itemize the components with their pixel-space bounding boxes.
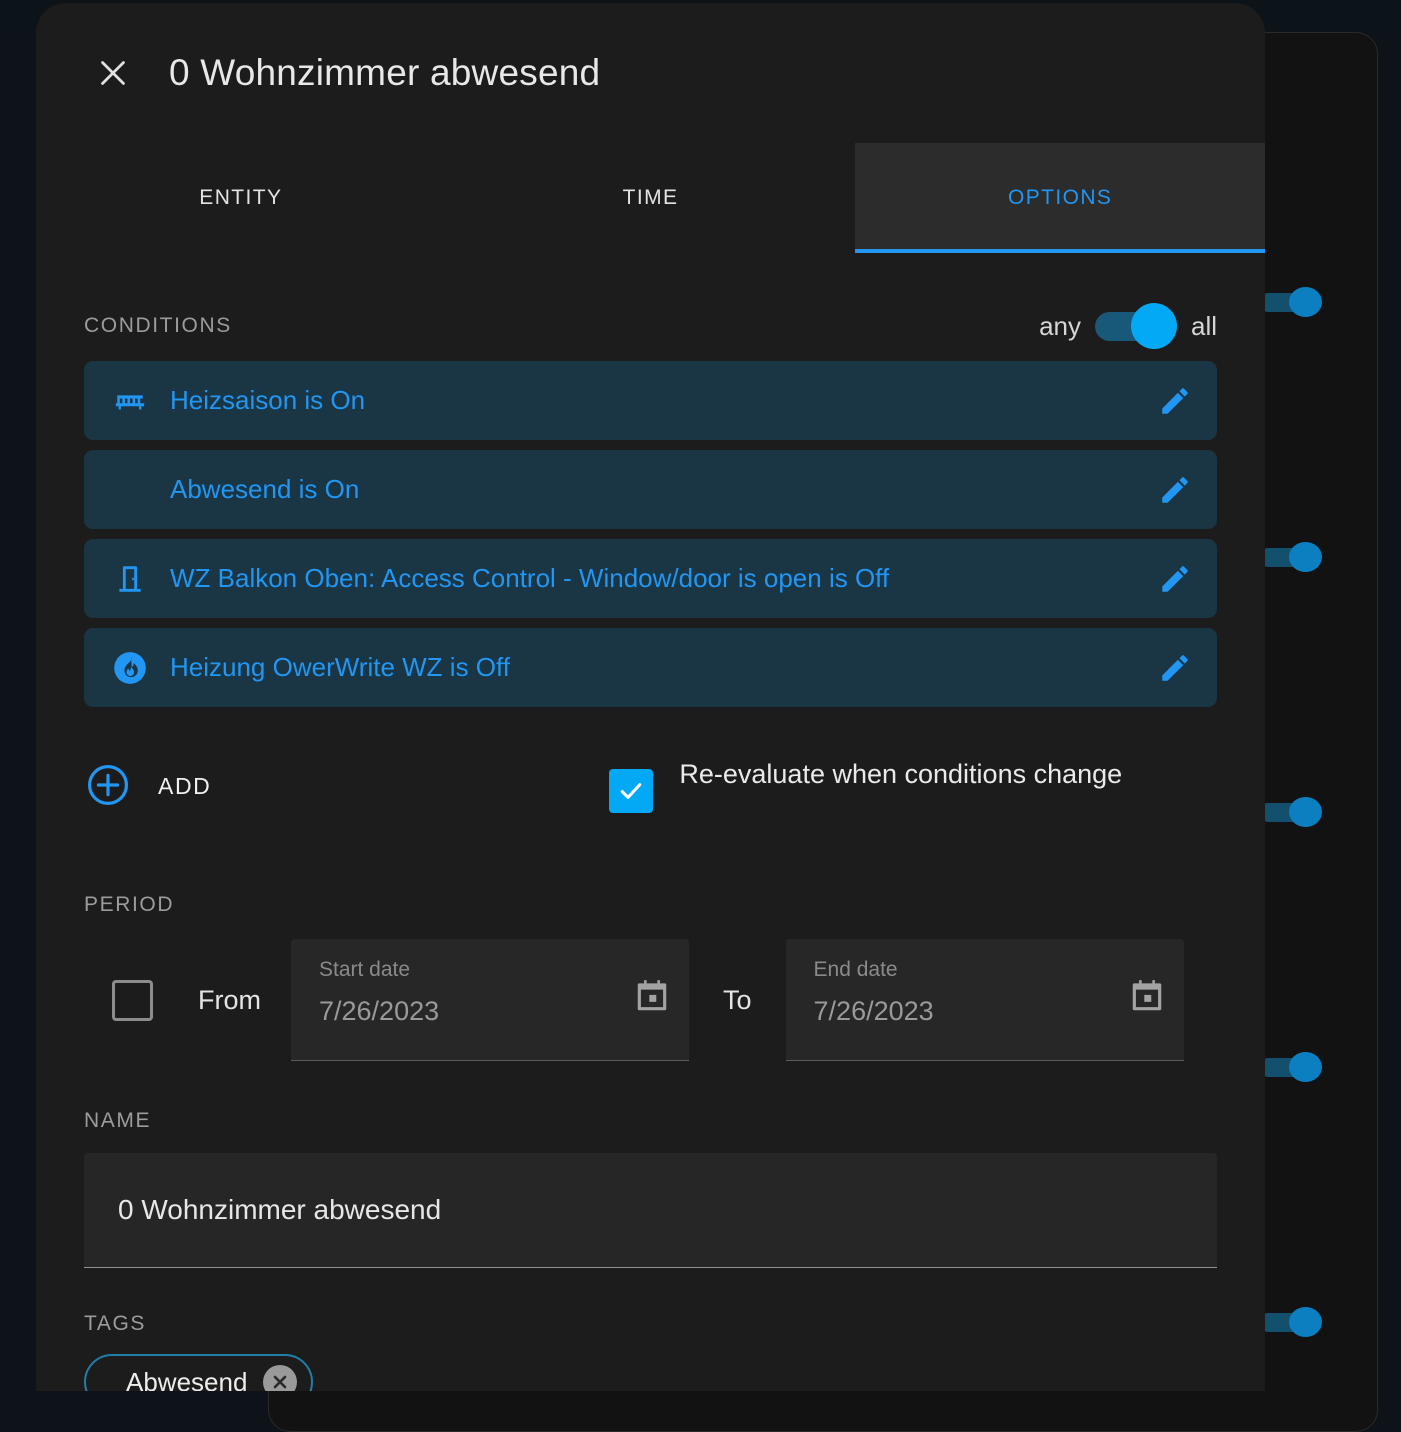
background-toggle-thumb — [1289, 1052, 1322, 1082]
condition-row[interactable]: WZ Balkon Oben: Access Control - Window/… — [84, 539, 1217, 618]
no-icon-placeholder — [102, 467, 158, 513]
condition-row[interactable]: Abwesend is On — [84, 450, 1217, 529]
add-and-reevaluate-row: ADD Re-evaluate when conditions change — [84, 739, 1217, 849]
pencil-icon[interactable] — [1151, 377, 1199, 425]
name-section-label: NAME — [84, 1109, 1217, 1133]
dialog-body: CONDITIONS any all Heizsaison is On — [36, 299, 1265, 1391]
tag-chip[interactable]: Abwesend — [84, 1354, 313, 1391]
background-toggle-thumb — [1289, 797, 1322, 827]
reevaluate-checkbox-row[interactable]: Re-evaluate when conditions change — [609, 753, 1122, 813]
reevaluate-checkbox[interactable] — [609, 769, 653, 813]
tab-options[interactable]: OPTIONS — [855, 143, 1265, 253]
background-toggle-thumb — [1289, 1307, 1322, 1337]
conditions-list: Heizsaison is On Abwesend is On — [84, 361, 1217, 707]
pencil-icon[interactable] — [1151, 555, 1199, 603]
condition-mode-switch: any all — [1039, 303, 1217, 349]
background-toggle[interactable] — [1259, 1052, 1345, 1082]
fire-circle-icon — [102, 645, 158, 691]
condition-label: Heizsaison is On — [170, 385, 1151, 416]
dialog-title: 0 Wohnzimmer abwesend — [169, 52, 600, 94]
end-date-field[interactable]: End date 7/26/2023 — [786, 939, 1184, 1061]
radiator-icon — [102, 378, 158, 424]
end-date-placeholder: End date — [814, 958, 1162, 982]
condition-label: Abwesend is On — [170, 474, 1151, 505]
conditions-section-label: CONDITIONS — [84, 314, 232, 338]
background-toggle-thumb — [1289, 287, 1322, 317]
period-enable-checkbox[interactable] — [112, 980, 153, 1021]
pencil-icon[interactable] — [1151, 644, 1199, 692]
reevaluate-label: Re-evaluate when conditions change — [679, 753, 1122, 795]
add-condition-button[interactable]: ADD — [84, 761, 211, 812]
name-input-value: 0 Wohnzimmer abwesend — [118, 1194, 441, 1226]
start-date-placeholder: Start date — [319, 958, 667, 982]
background-toggle-thumb — [1289, 542, 1322, 572]
condition-row[interactable]: Heizung OwerWrite WZ is Off — [84, 628, 1217, 707]
period-from-label: From — [198, 985, 261, 1016]
conditions-header: CONDITIONS any all — [84, 299, 1217, 353]
calendar-icon[interactable] — [1128, 977, 1166, 1015]
add-condition-label: ADD — [158, 773, 211, 800]
name-input[interactable]: 0 Wohnzimmer abwesend — [84, 1153, 1217, 1268]
condition-row[interactable]: Heizsaison is On — [84, 361, 1217, 440]
condition-mode-all-label: all — [1191, 311, 1217, 342]
background-toggle[interactable] — [1259, 797, 1345, 827]
tab-time[interactable]: TIME — [446, 143, 856, 253]
tab-entity[interactable]: ENTITY — [36, 143, 446, 253]
start-date-field[interactable]: Start date 7/26/2023 — [291, 939, 689, 1061]
period-row: From Start date 7/26/2023 To End date 7/… — [84, 939, 1217, 1061]
tag-chip-label: Abwesend — [126, 1367, 247, 1392]
background-toggle[interactable] — [1259, 1307, 1345, 1337]
condition-mode-any-label: any — [1039, 311, 1081, 342]
condition-mode-toggle[interactable] — [1095, 303, 1177, 349]
plus-circle-icon — [84, 761, 132, 812]
start-date-value: 7/26/2023 — [319, 996, 667, 1027]
dialog-header: 0 Wohnzimmer abwesend — [36, 3, 1265, 143]
pencil-icon[interactable] — [1151, 466, 1199, 514]
toggle-thumb — [1131, 303, 1177, 349]
close-icon[interactable] — [84, 44, 142, 102]
tags-list: Abwesend — [84, 1354, 1217, 1391]
condition-label: Heizung OwerWrite WZ is Off — [170, 652, 1151, 683]
scheduler-edit-dialog: 0 Wohnzimmer abwesend ENTITY TIME OPTION… — [36, 3, 1265, 1391]
close-circle-icon[interactable] — [263, 1365, 297, 1391]
condition-label: WZ Balkon Oben: Access Control - Window/… — [170, 563, 1151, 594]
period-section-label: PERIOD — [84, 893, 1217, 917]
background-toggle[interactable] — [1259, 287, 1345, 317]
calendar-icon[interactable] — [633, 977, 671, 1015]
tab-bar: ENTITY TIME OPTIONS — [36, 143, 1265, 253]
background-toggle[interactable] — [1259, 542, 1345, 572]
period-to-label: To — [723, 985, 752, 1016]
tags-section-label: TAGS — [84, 1312, 1217, 1336]
door-icon — [102, 556, 158, 602]
end-date-value: 7/26/2023 — [814, 996, 1162, 1027]
